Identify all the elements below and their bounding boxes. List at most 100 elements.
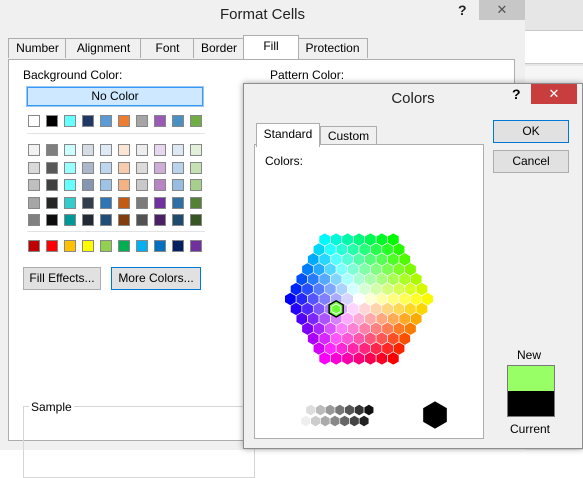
hexagon-color-picker[interactable] bbox=[255, 145, 483, 438]
theme-tint-swatch[interactable] bbox=[190, 214, 202, 226]
theme-tint-swatch[interactable] bbox=[172, 144, 184, 156]
theme-tint-swatch[interactable] bbox=[190, 196, 202, 209]
theme-tint-swatch[interactable] bbox=[100, 179, 112, 191]
gray-hexagon[interactable] bbox=[358, 415, 370, 427]
theme-tint-swatch[interactable] bbox=[46, 144, 58, 156]
theme-tint-swatch[interactable] bbox=[28, 179, 40, 191]
gray-hexagon[interactable] bbox=[295, 404, 307, 416]
theme-tint-swatch[interactable] bbox=[100, 144, 112, 156]
theme-tint-swatch[interactable] bbox=[64, 196, 76, 209]
color-hexagon[interactable] bbox=[421, 292, 434, 306]
standard-color-swatch[interactable] bbox=[46, 240, 58, 252]
gray-hexagon[interactable] bbox=[305, 404, 316, 416]
theme-tint-swatch[interactable] bbox=[28, 161, 40, 174]
gray-hexagon[interactable] bbox=[315, 404, 326, 416]
theme-tint-swatch[interactable] bbox=[172, 179, 184, 191]
theme-tint-swatch[interactable] bbox=[154, 161, 166, 174]
theme-color-swatch[interactable] bbox=[154, 115, 166, 127]
more-colors-button[interactable]: More Colors... bbox=[111, 267, 201, 290]
theme-tint-swatch[interactable] bbox=[46, 214, 58, 226]
theme-tint-swatch[interactable] bbox=[82, 214, 94, 226]
gray-hexagon[interactable] bbox=[344, 404, 355, 416]
standard-color-swatch[interactable] bbox=[136, 240, 148, 252]
theme-tint-swatch[interactable] bbox=[172, 196, 184, 209]
theme-color-swatch[interactable] bbox=[100, 115, 112, 127]
theme-tint-swatch[interactable] bbox=[172, 214, 184, 226]
theme-tint-swatch[interactable] bbox=[154, 144, 166, 156]
theme-tint-swatch[interactable] bbox=[64, 179, 76, 191]
tab-number[interactable]: Number bbox=[8, 38, 67, 58]
theme-tint-swatch[interactable] bbox=[28, 144, 40, 156]
theme-tint-swatch[interactable] bbox=[154, 214, 166, 226]
theme-color-swatch[interactable] bbox=[28, 115, 40, 127]
black-hexagon[interactable] bbox=[422, 400, 448, 430]
theme-color-swatch[interactable] bbox=[46, 115, 58, 127]
theme-tint-swatch[interactable] bbox=[118, 214, 130, 226]
standard-color-swatch[interactable] bbox=[82, 240, 94, 252]
help-icon[interactable]: ? bbox=[458, 2, 467, 18]
theme-tint-swatch[interactable] bbox=[100, 214, 112, 226]
gray-hexagon[interactable] bbox=[320, 415, 331, 427]
tab-alignment[interactable]: Alignment bbox=[65, 38, 142, 58]
theme-color-swatch[interactable] bbox=[64, 115, 76, 127]
theme-tint-swatch[interactable] bbox=[190, 161, 202, 174]
theme-tint-swatch[interactable] bbox=[136, 144, 148, 156]
fill-effects-button[interactable]: Fill Effects... bbox=[23, 267, 101, 290]
theme-tint-swatch[interactable] bbox=[172, 161, 184, 174]
gray-hexagon[interactable] bbox=[363, 404, 375, 416]
theme-tint-swatch[interactable] bbox=[136, 214, 148, 226]
theme-color-swatch[interactable] bbox=[136, 115, 148, 127]
theme-tint-swatch[interactable] bbox=[118, 144, 130, 156]
theme-tint-swatch[interactable] bbox=[64, 161, 76, 174]
close-icon[interactable]: ✕ bbox=[531, 84, 577, 104]
theme-tint-swatch[interactable] bbox=[64, 214, 76, 226]
theme-tint-swatch[interactable] bbox=[118, 196, 130, 209]
standard-color-swatch[interactable] bbox=[28, 240, 40, 252]
theme-tint-swatch[interactable] bbox=[118, 179, 130, 191]
theme-tint-swatch[interactable] bbox=[64, 144, 76, 156]
theme-tint-swatch[interactable] bbox=[28, 196, 40, 209]
theme-tint-swatch[interactable] bbox=[46, 179, 58, 191]
gray-hexagon[interactable] bbox=[310, 415, 321, 427]
theme-tint-swatch[interactable] bbox=[136, 161, 148, 174]
theme-tint-swatch[interactable] bbox=[46, 196, 58, 209]
gray-hexagon[interactable] bbox=[334, 404, 345, 416]
tab-custom[interactable]: Custom bbox=[320, 126, 377, 146]
theme-color-swatch[interactable] bbox=[172, 115, 184, 127]
help-icon[interactable]: ? bbox=[512, 86, 521, 102]
tab-fill[interactable]: Fill bbox=[243, 35, 299, 59]
no-color-button[interactable]: No Color bbox=[26, 86, 204, 107]
theme-tint-swatch[interactable] bbox=[100, 161, 112, 174]
theme-tint-swatch[interactable] bbox=[82, 161, 94, 174]
theme-tint-swatch[interactable] bbox=[154, 179, 166, 191]
theme-tint-swatch[interactable] bbox=[190, 144, 202, 156]
theme-tint-swatch[interactable] bbox=[118, 161, 130, 174]
theme-tint-swatch[interactable] bbox=[46, 161, 58, 174]
gray-hexagon[interactable] bbox=[324, 404, 336, 416]
cancel-button[interactable]: Cancel bbox=[493, 150, 569, 173]
tab-border[interactable]: Border bbox=[193, 38, 245, 58]
ok-button[interactable]: OK bbox=[493, 120, 569, 143]
tab-standard[interactable]: Standard bbox=[256, 123, 320, 147]
standard-color-swatch[interactable] bbox=[154, 240, 166, 252]
gray-hexagon[interactable] bbox=[300, 415, 311, 427]
tab-protection[interactable]: Protection bbox=[297, 38, 368, 58]
theme-color-swatch[interactable] bbox=[190, 115, 202, 127]
standard-color-swatch[interactable] bbox=[172, 240, 184, 252]
standard-color-swatch[interactable] bbox=[190, 240, 202, 252]
gray-hexagon[interactable] bbox=[354, 404, 365, 416]
gray-hexagon[interactable] bbox=[349, 415, 360, 427]
standard-color-swatch[interactable] bbox=[118, 240, 130, 252]
close-icon[interactable]: ✕ bbox=[479, 0, 525, 20]
theme-tint-swatch[interactable] bbox=[154, 196, 166, 209]
theme-tint-swatch[interactable] bbox=[136, 179, 148, 191]
theme-tint-swatch[interactable] bbox=[190, 179, 202, 191]
theme-tint-swatch[interactable] bbox=[136, 196, 148, 209]
theme-color-swatch[interactable] bbox=[118, 115, 130, 127]
theme-tint-swatch[interactable] bbox=[82, 179, 94, 191]
gray-hexagon[interactable] bbox=[339, 415, 350, 427]
standard-color-swatch[interactable] bbox=[100, 240, 112, 252]
gray-hexagon[interactable] bbox=[329, 415, 341, 427]
standard-color-swatch[interactable] bbox=[64, 240, 76, 252]
theme-tint-swatch[interactable] bbox=[82, 144, 94, 156]
